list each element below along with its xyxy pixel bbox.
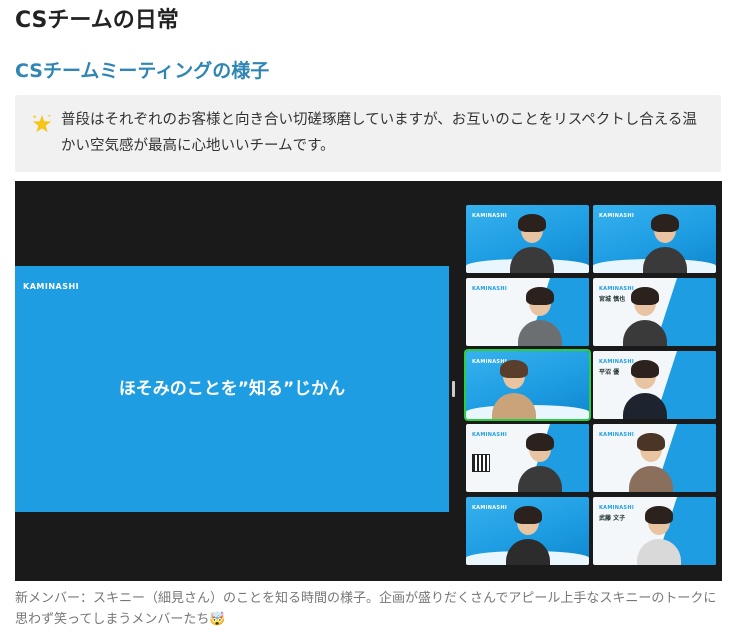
tile-logo: KAMINASHI xyxy=(599,505,634,511)
note-text: 普段はそれぞれのお客様と向き合い切磋琢磨していますが、お互いのことをリスペクトし… xyxy=(61,112,697,154)
participant-tile: KAMINASHI 平沼 優 xyxy=(593,351,716,419)
participant-tile: KAMINASHI xyxy=(593,205,716,273)
participant-tile: KAMINASHI xyxy=(466,424,589,492)
sparkle-star-icon xyxy=(32,114,52,133)
slide-logo: KAMINASHI xyxy=(23,282,80,291)
participant-name: 宮城 慎也 xyxy=(599,296,626,303)
participant-tile: KAMINASHI 宮城 慎也 xyxy=(593,278,716,346)
section-title: CSチームミーティングの様子 xyxy=(15,60,270,82)
participant-avatar xyxy=(492,360,536,419)
page-title: CSチームの日常 xyxy=(15,8,179,33)
participant-tile-active: KAMINASHI xyxy=(466,351,589,419)
participant-name: 平沼 優 xyxy=(599,369,620,376)
article-page: CSチームの日常 CSチームミーティングの様子 普段はそれぞれのお客様と向き合い… xyxy=(0,0,742,643)
meeting-screenshot: KAMINASHI ほそみのことを”知る”じかん KAMINASHI KAMIN… xyxy=(15,181,722,581)
image-caption: 新メンバー：スキニー（細見さん）のことを知る時間の様子。企画が盛りだくさんでアピ… xyxy=(15,591,717,627)
participant-tile: KAMINASHI xyxy=(466,278,589,346)
tile-logo: KAMINASHI xyxy=(472,213,507,219)
tile-logo: KAMINASHI xyxy=(472,432,507,438)
participant-avatar xyxy=(518,287,562,346)
participant-tile: KAMINASHI 武藤 文子 xyxy=(593,497,716,565)
participant-avatar xyxy=(510,214,554,273)
participant-avatar xyxy=(506,506,550,565)
participant-avatar xyxy=(629,433,673,492)
participant-avatar xyxy=(623,287,667,346)
tile-logo: KAMINASHI xyxy=(472,286,507,292)
slide-title: ほそみのことを”知る”じかん xyxy=(118,379,346,399)
participant-avatar xyxy=(637,506,681,565)
participant-avatar xyxy=(518,433,562,492)
participant-tile: KAMINASHI xyxy=(466,497,589,565)
tile-logo: KAMINASHI xyxy=(599,213,634,219)
panel-resize-handle[interactable] xyxy=(452,381,455,397)
participant-name: 武藤 文子 xyxy=(599,515,626,522)
qr-code xyxy=(472,454,490,472)
participant-tile: KAMINASHI xyxy=(466,205,589,273)
note-box: 普段はそれぞれのお客様と向き合い切磋琢磨していますが、お互いのことをリスペクトし… xyxy=(15,95,721,172)
participant-avatar xyxy=(643,214,687,273)
tile-logo: KAMINASHI xyxy=(472,505,507,511)
participant-tile: KAMINASHI xyxy=(593,424,716,492)
participant-avatar xyxy=(623,360,667,419)
shared-slide: KAMINASHI ほそみのことを”知る”じかん xyxy=(15,266,449,512)
